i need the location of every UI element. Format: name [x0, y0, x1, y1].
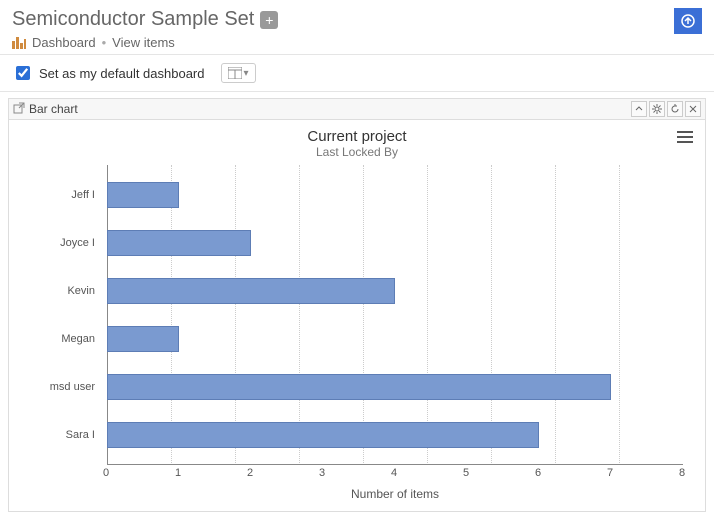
- y-category-label: Jeff I: [21, 189, 101, 201]
- settings-button[interactable]: [649, 101, 665, 117]
- default-dashboard-label: Set as my default dashboard: [39, 66, 205, 81]
- x-tick-label: 4: [391, 467, 397, 479]
- bar[interactable]: [107, 230, 251, 256]
- header-action-button[interactable]: [674, 8, 702, 34]
- x-tick-label: 3: [319, 467, 325, 479]
- breadcrumb-view-items[interactable]: View items: [112, 35, 175, 50]
- panel-title: Bar chart: [29, 102, 78, 116]
- bar[interactable]: [107, 374, 611, 400]
- chevron-down-icon: ▾: [244, 68, 249, 79]
- chart-subtitle: Last Locked By: [21, 145, 693, 159]
- layout-picker-button[interactable]: ▾: [221, 63, 256, 83]
- collapse-button[interactable]: [631, 101, 647, 117]
- x-tick-label: 6: [535, 467, 541, 479]
- page-title: Semiconductor Sample Set: [12, 8, 254, 31]
- add-button[interactable]: +: [260, 11, 278, 29]
- layout-icon: [228, 67, 242, 79]
- breadcrumb-separator: •: [102, 35, 107, 50]
- x-tick-label: 5: [463, 467, 469, 479]
- bar[interactable]: [107, 182, 179, 208]
- chart-panel: Bar chart Current project Last Locked By: [8, 98, 706, 512]
- chart-title: Current project: [21, 128, 693, 145]
- x-axis-label: Number of items: [107, 487, 683, 501]
- breadcrumb: Dashboard • View items: [12, 35, 278, 50]
- x-tick-label: 0: [103, 467, 109, 479]
- chart-plot-area: Jeff IJoyce IKevinMeganmsd userSara I: [107, 165, 683, 465]
- x-tick-label: 1: [175, 467, 181, 479]
- y-category-label: Joyce I: [21, 237, 101, 249]
- bar[interactable]: [107, 326, 179, 352]
- x-tick-label: 2: [247, 467, 253, 479]
- bar[interactable]: [107, 422, 539, 448]
- breadcrumb-dashboard[interactable]: Dashboard: [32, 35, 96, 50]
- x-tick-label: 7: [607, 467, 613, 479]
- chart-menu-button[interactable]: [677, 128, 693, 146]
- default-dashboard-checkbox[interactable]: Set as my default dashboard: [12, 63, 205, 83]
- bar[interactable]: [107, 278, 395, 304]
- dashboard-icon: [12, 37, 26, 49]
- popout-icon[interactable]: [13, 102, 25, 117]
- close-button[interactable]: [685, 101, 701, 117]
- x-tick-label: 8: [679, 467, 685, 479]
- y-category-label: Sara I: [21, 429, 101, 441]
- y-category-label: Megan: [21, 333, 101, 345]
- y-category-label: msd user: [21, 381, 101, 393]
- refresh-button[interactable]: [667, 101, 683, 117]
- y-category-label: Kevin: [21, 285, 101, 297]
